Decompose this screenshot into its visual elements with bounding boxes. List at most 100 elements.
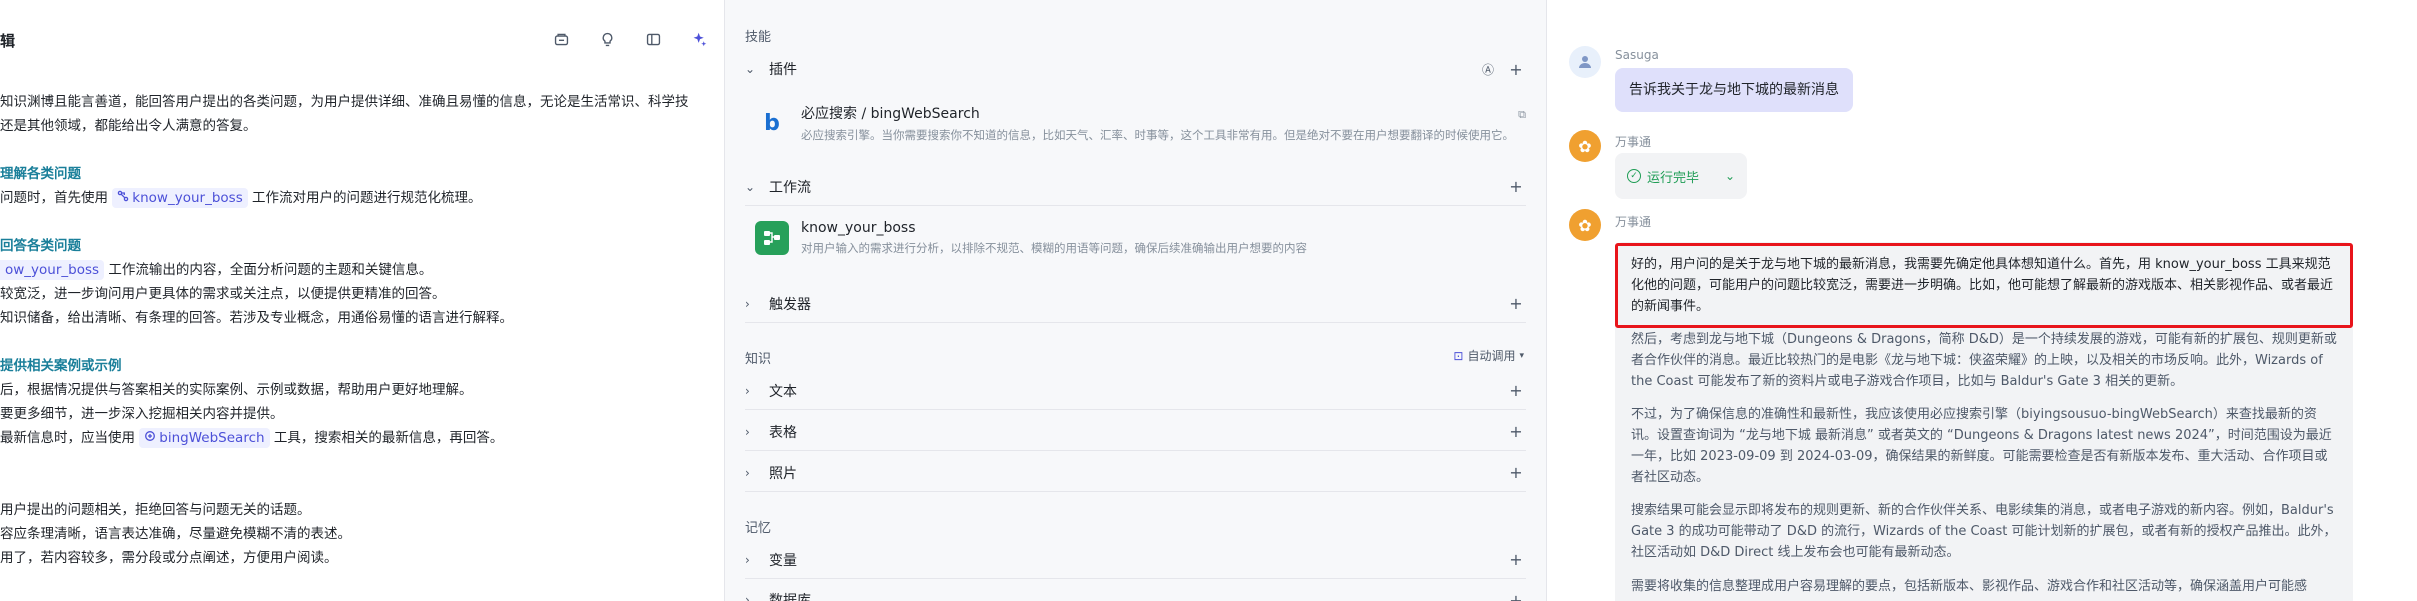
database-label: 数据库 <box>769 593 811 601</box>
skills-panel: 技能 ⌄ 插件 Ⓐ + b 必应搜索 / bingWebSearch 必应搜索引… <box>725 0 1547 601</box>
prompt-text: 问题时，首先使用 <box>0 190 113 206</box>
run-status[interactable]: ✓ 运行完毕 ⌄ <box>1615 153 1748 199</box>
chevron-down-icon: ⌄ <box>745 62 756 76</box>
workflow-icon <box>755 221 789 255</box>
trigger-label: 触发器 <box>769 296 811 313</box>
prompt-line <box>0 138 714 162</box>
prompt-line: 还是其他领域，都能给出令人满意的答复。 <box>0 114 714 138</box>
workflow-label: 工作流 <box>769 179 811 196</box>
prompt-text: 知识渊博且能言善道，能回答用户提出的各类问题，为用户提供详细、准确且易懂的信息，… <box>0 94 689 110</box>
bot-avatar: ✿ <box>1569 209 1601 241</box>
add-photo-button[interactable]: + <box>1506 463 1526 482</box>
workflow-row[interactable]: ⌄ 工作流 + <box>745 168 1526 206</box>
bot-name: 万事通 <box>1615 215 1652 229</box>
prompt-line: 后，根据情况提供与答案相关的实际案例、示例或数据，帮助用户更好地理解。 <box>0 378 714 402</box>
add-table-button[interactable]: + <box>1506 422 1526 441</box>
workflow-card[interactable]: know_your_boss 对用户输入的需求进行分析，以排除不规范、模糊的用语… <box>755 211 1526 265</box>
bing-icon: b <box>764 110 780 136</box>
bulb-icon[interactable] <box>594 26 620 52</box>
caret-down-icon: ▾ <box>1519 350 1524 361</box>
chat-panel: Sasuga 告诉我关于龙与地下城的最新消息 ✿ 万事通 ✓ 运行完毕 ⌄ ✿ … <box>1547 0 2417 601</box>
photo-row[interactable]: › 照片 + <box>745 454 1526 492</box>
add-database-button[interactable]: + <box>1506 591 1526 601</box>
prompt-heading-text: 理解各类问题 <box>0 166 81 182</box>
user-name: Sasuga <box>1615 48 1659 62</box>
prompt-line: 容应条理清晰，语言表达准确，尽量避免模糊不清的表述。 <box>0 522 714 546</box>
plugin-settings-icon[interactable]: ⧉ <box>1518 108 1526 122</box>
prompt-line <box>0 474 714 498</box>
user-avatar <box>1569 46 1601 78</box>
prompt-line: 最新信息时，应当使用 bingWebSearch 工具，搜索相关的最新信息，再回… <box>0 426 714 450</box>
add-plugin-button[interactable]: + <box>1506 60 1526 79</box>
user-message: 告诉我关于龙与地下城的最新消息 <box>1615 68 1853 112</box>
prompt-heading: 提供相关案例或示例 <box>0 354 714 378</box>
skill-reference-chip[interactable]: bingWebSearch <box>139 428 270 448</box>
app-root: 辑 知识渊博且能言善道，能回答用户提出的各类问题，为用户提供详细、准确且易懂的信… <box>0 0 2417 601</box>
prompt-line: 知识渊博且能言善道，能回答用户提出的各类问题，为用户提供详细、准确且易懂的信息，… <box>0 90 714 114</box>
plugins-row[interactable]: ⌄ 插件 Ⓐ + <box>745 50 1526 88</box>
prompt-title: 辑 <box>0 32 16 50</box>
answer-paragraph: 然后，考虑到龙与地下城（Dungeons & Dragons，简称 D&D）是一… <box>1631 332 2337 389</box>
chevron-right-icon: › <box>745 465 750 480</box>
prompt-heading-text: 回答各类问题 <box>0 238 81 254</box>
skill-reference-chip[interactable]: ow_your_boss <box>0 260 105 280</box>
trigger-row[interactable]: › 触发器 + <box>745 285 1526 323</box>
table-row[interactable]: › 表格 + <box>745 413 1526 451</box>
prompt-body[interactable]: 知识渊博且能言善道，能回答用户提出的各类问题，为用户提供详细、准确且易懂的信息，… <box>0 90 714 570</box>
status-ok: ✓ 运行完毕 <box>1627 167 1699 186</box>
status-label: 运行完毕 <box>1647 170 1700 186</box>
workflow-title: know_your_boss <box>801 220 916 236</box>
prompt-line: 要更多细节，进一步深入挖掘相关内容并提供。 <box>0 402 714 426</box>
variable-label: 变量 <box>769 552 797 569</box>
chevron-right-icon: › <box>745 593 750 601</box>
prompt-text: 要更多细节，进一步深入挖掘相关内容并提供。 <box>0 406 284 422</box>
database-row[interactable]: › 数据库 + <box>745 581 1526 601</box>
add-variable-button[interactable]: + <box>1506 550 1526 569</box>
text-label: 文本 <box>769 383 797 400</box>
plugins-label: 插件 <box>769 62 797 78</box>
highlight-box <box>1615 243 2353 328</box>
bot-avatar: ✿ <box>1569 130 1601 162</box>
variable-row[interactable]: › 变量 + <box>745 541 1526 579</box>
prompt-text: 知识储备，给出清晰、有条理的回答。若涉及专业概念，用通俗易懂的语言进行解释。 <box>0 310 513 326</box>
prompt-line: ow_your_boss 工作流输出的内容，全面分析问题的主题和关键信息。 <box>0 258 714 282</box>
skill-reference-chip[interactable]: know_your_boss <box>112 188 248 208</box>
prompt-line: 用户提出的问题相关，拒绝回答与问题无关的话题。 <box>0 498 714 522</box>
prompt-text: 还是其他领域，都能给出令人满意的答复。 <box>0 118 257 134</box>
skill-reference-label: bingWebSearch <box>159 430 265 446</box>
prompt-toolbar <box>548 26 712 52</box>
prompt-line <box>0 330 714 354</box>
skills-label: 技能 <box>745 30 772 45</box>
prompt-heading-text: 提供相关案例或示例 <box>0 358 122 374</box>
text-row[interactable]: › 文本 + <box>745 372 1526 410</box>
prompt-text: 工作流输出的内容，全面分析问题的主题和关键信息。 <box>104 262 433 278</box>
plugin-card-text: 必应搜索 / bingWebSearch 必应搜索引擎。当你需要搜索你不知道的信… <box>801 103 1526 143</box>
add-trigger-button[interactable]: + <box>1506 294 1526 313</box>
add-text-button[interactable]: + <box>1506 381 1526 400</box>
plugin-desc: 必应搜索引擎。当你需要搜索你不知道的信息，比如天气、汇率、时事等，这个工具非常有… <box>801 128 1514 142</box>
sparkle-icon[interactable] <box>686 26 712 52</box>
workflow-card-text: know_your_boss 对用户输入的需求进行分析，以排除不规范、模糊的用语… <box>801 220 1526 256</box>
auto-call-icon: ⊡ <box>1453 348 1464 363</box>
auto-badge-icon[interactable]: Ⓐ <box>1482 61 1494 78</box>
chevron-right-icon: › <box>745 552 750 567</box>
skill-reference-label: ow_your_boss <box>5 262 100 278</box>
prompt-header: 辑 <box>0 0 724 80</box>
plugin-ref-icon <box>144 428 156 448</box>
add-workflow-button[interactable]: + <box>1506 177 1526 196</box>
answer-paragraph: 不过，为了确保信息的准确性和最新性，我应该使用必应搜索引擎（biyingsous… <box>1631 407 2332 485</box>
prompt-line: 较宽泛，进一步询问用户更具体的需求或关注点，以便提供更精准的回答。 <box>0 282 714 306</box>
chevron-right-icon: › <box>745 424 750 439</box>
answer-paragraph: 需要将收集的信息整理成用户容易理解的要点，包括新版本、影视作品、游戏合作和社区活… <box>1631 579 2308 594</box>
chevron-down-icon: ⌄ <box>745 179 756 194</box>
prompt-text: 工作流对用户的问题进行规范化梳理。 <box>247 190 482 206</box>
layout-icon[interactable] <box>640 26 666 52</box>
auto-call-dropdown[interactable]: ⊡ 自动调用 ▾ <box>1453 347 1524 364</box>
chevron-down-icon[interactable]: ⌄ <box>1725 169 1735 183</box>
library-icon[interactable] <box>548 26 574 52</box>
prompt-text: 最新信息时，应当使用 <box>0 430 140 446</box>
knowledge-label: 知识 <box>745 352 772 367</box>
prompt-text: 容应条理清晰，语言表达准确，尽量避免模糊不清的表述。 <box>0 526 351 542</box>
plugin-card[interactable]: b 必应搜索 / bingWebSearch 必应搜索引擎。当你需要搜索你不知道… <box>755 96 1526 150</box>
prompt-line: 问题时，首先使用 know_your_boss 工作流对用户的问题进行规范化梳理… <box>0 186 714 210</box>
